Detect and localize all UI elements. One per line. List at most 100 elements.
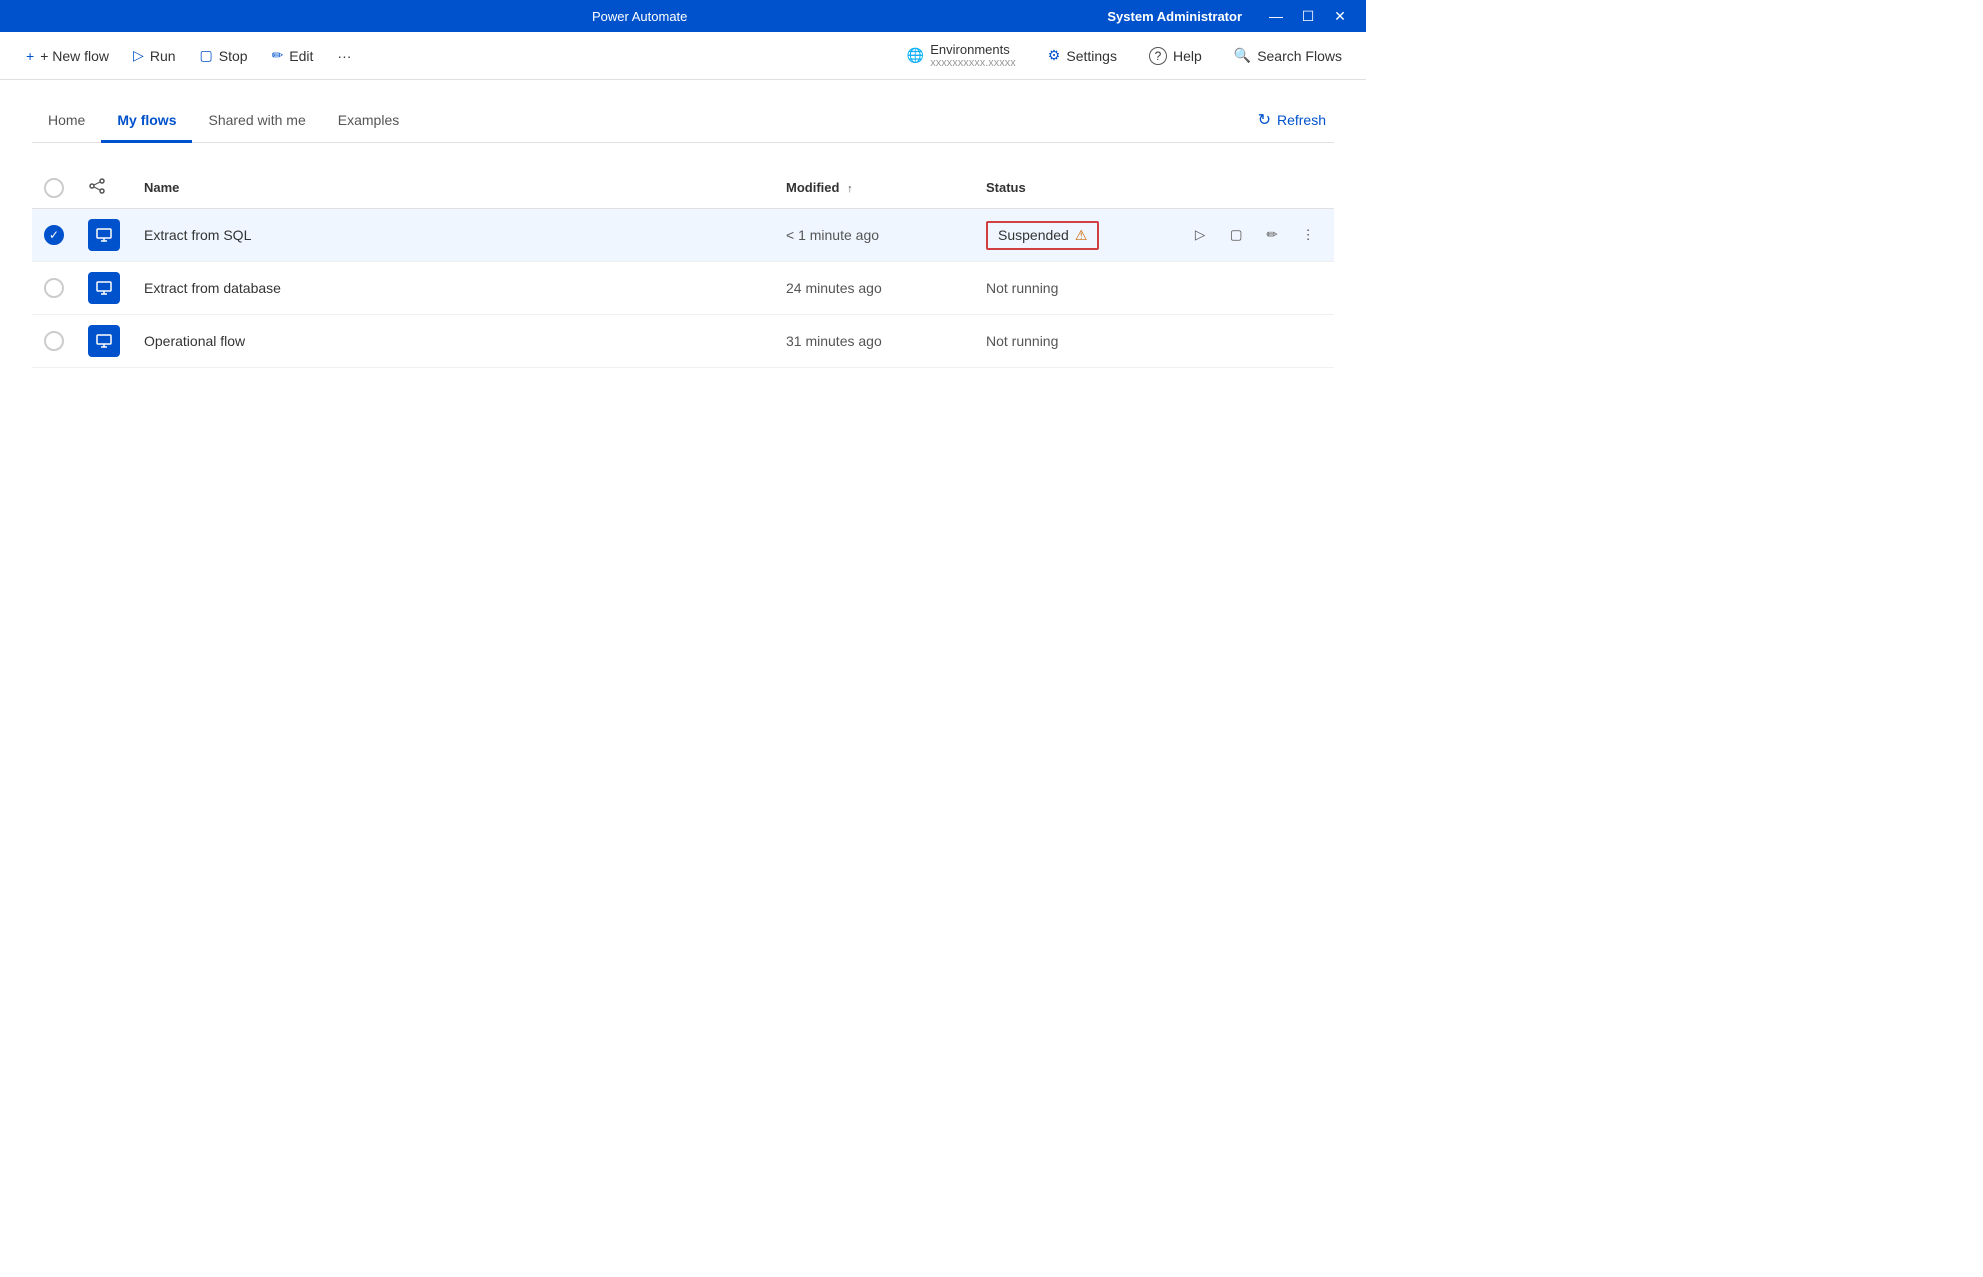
status-text: Suspended [998,227,1069,243]
restore-button[interactable]: ☐ [1294,2,1322,30]
edit-icon: ✏ [272,47,284,64]
flow-name: Extract from database [144,280,281,296]
flow-modified-cell: < 1 minute ago [774,209,974,262]
row-actions-cell: ▷ ▢ ✏ ⋮ [1174,262,1334,315]
new-flow-label: + New flow [40,48,109,64]
edit-button[interactable]: ✏ Edit [262,41,324,70]
play-icon: ▷ [1195,227,1205,243]
status-text: Not running [986,280,1058,296]
environments-sub: xxxxxxxxxx.xxxxx [930,57,1016,69]
help-icon: ? [1149,47,1167,65]
refresh-icon: ↻ [1258,110,1271,130]
flow-icon [88,219,120,251]
app-title: Power Automate [172,9,1107,24]
row-actions-cell: ▷ ▢ ✏ ⋮ [1174,315,1334,368]
status-text: Not running [986,333,1058,349]
flow-modified-cell: 24 minutes ago [774,262,974,315]
settings-icon: ⚙ [1048,47,1061,64]
flow-name: Operational flow [144,333,245,349]
col-header-icon [76,167,132,209]
run-label: Run [150,48,176,64]
col-header-actions [1174,167,1334,209]
flow-name: Extract from SQL [144,227,251,243]
more-icon: ··· [337,48,351,64]
row-icon-cell [76,262,132,315]
toolbar: + + New flow ▷ Run ▢ Stop ✏ Edit ··· 🌐 E… [0,32,1366,80]
ellipsis-icon: ⋮ [1301,227,1314,243]
row-more-button[interactable]: ⋮ [1294,221,1322,249]
stop-icon: ▢ [1230,227,1243,243]
flow-name-cell: Operational flow [132,315,774,368]
settings-button[interactable]: ⚙ Settings [1040,43,1125,68]
pencil-icon: ✏ [1266,227,1277,243]
refresh-label: Refresh [1277,112,1326,128]
tab-home[interactable]: Home [32,104,101,143]
refresh-button[interactable]: ↻ Refresh [1250,106,1334,134]
sort-icon: ↑ [847,183,853,195]
flow-name-cell: Extract from database [132,262,774,315]
row-edit-button[interactable]: ✏ [1258,221,1286,249]
flow-status-cell: Not running [974,315,1174,368]
plus-icon: + [26,48,34,64]
desktop-icon [95,279,113,297]
environments-button[interactable]: 🌐 Environments xxxxxxxxxx.xxxxx [899,38,1024,73]
tab-shared-with-me[interactable]: Shared with me [192,104,321,143]
tab-examples[interactable]: Examples [322,104,415,143]
col-header-status: Status [974,167,1174,209]
row-icon-cell [76,209,132,262]
help-button[interactable]: ? Help [1141,43,1210,69]
flow-name-cell: Extract from SQL [132,209,774,262]
row-checkbox-cell [32,315,76,368]
table-row[interactable]: Operational flow 31 minutes ago Not runn… [32,315,1334,368]
row-checkbox[interactable]: ✓ [44,225,64,245]
help-label: Help [1173,48,1202,64]
stop-label: Stop [219,48,248,64]
select-all-checkbox[interactable] [44,178,64,198]
row-checkbox-cell: ✓ [32,209,76,262]
row-icon-cell [76,315,132,368]
globe-icon: 🌐 [907,47,924,64]
col-header-check [32,167,76,209]
row-checkbox[interactable] [44,278,64,298]
desktop-icon [95,226,113,244]
flow-table: Name Modified ↑ Status ✓ [32,167,1334,368]
flow-status-cell: Not running [974,262,1174,315]
row-checkbox-cell [32,262,76,315]
table-header-row: Name Modified ↑ Status [32,167,1334,209]
row-stop-button[interactable]: ▢ [1222,221,1250,249]
tabs-container: Home My flows Shared with me Examples ↻ … [32,104,1334,143]
flow-modified: 31 minutes ago [786,333,882,349]
run-button[interactable]: ▷ Run [123,41,185,70]
row-checkbox[interactable] [44,331,64,351]
warning-icon: ⚠ [1075,227,1088,244]
flow-modified: 24 minutes ago [786,280,882,296]
title-bar: Power Automate System Administrator — ☐ … [0,0,1366,32]
user-name: System Administrator [1107,9,1242,24]
row-actions: ▷ ▢ ✏ ⋮ [1186,221,1322,249]
col-header-modified[interactable]: Modified ↑ [774,167,974,209]
flow-icon [88,325,120,357]
row-actions-cell: ▷ ▢ ✏ ⋮ [1174,209,1334,262]
stop-icon: ▢ [200,47,213,64]
table-row[interactable]: ✓ Extract from SQL < 1 minute ago [32,209,1334,262]
stop-button[interactable]: ▢ Stop [190,41,258,70]
tab-my-flows[interactable]: My flows [101,104,192,143]
close-button[interactable]: ✕ [1326,2,1354,30]
new-flow-button[interactable]: + + New flow [16,42,119,70]
search-icon: 🔍 [1234,47,1251,64]
more-button[interactable]: ··· [327,42,361,70]
run-icon: ▷ [133,47,144,64]
flow-modified-cell: 31 minutes ago [774,315,974,368]
settings-label: Settings [1066,48,1117,64]
search-button[interactable]: 🔍 Search Flows [1226,43,1350,68]
main-content: Home My flows Shared with me Examples ↻ … [0,80,1366,392]
flow-type-icon [88,177,106,195]
row-play-button[interactable]: ▷ [1186,221,1214,249]
edit-label: Edit [289,48,313,64]
desktop-icon [95,332,113,350]
environments-label: Environments [930,42,1009,57]
col-header-name: Name [132,167,774,209]
table-row[interactable]: Extract from database 24 minutes ago Not… [32,262,1334,315]
minimize-button[interactable]: — [1262,2,1290,30]
flow-icon [88,272,120,304]
